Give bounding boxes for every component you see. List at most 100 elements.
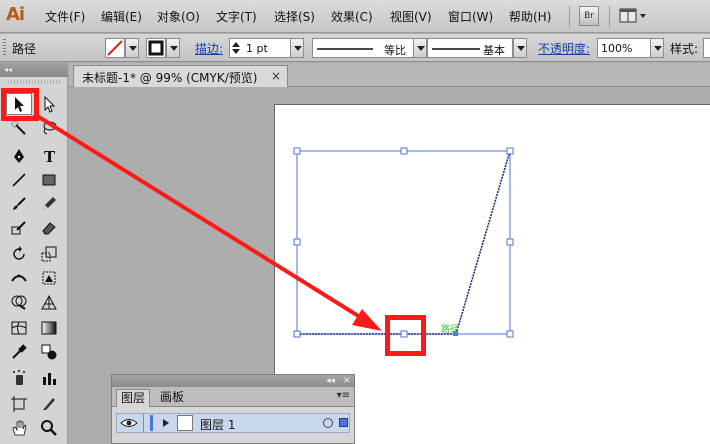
menu-edit[interactable]: 编辑(E) (101, 8, 142, 26)
tools-panel: ◂◂ T (0, 63, 68, 444)
pen-nib-icon (14, 149, 24, 163)
slice-tool[interactable] (36, 393, 62, 415)
layer-color-bar (150, 415, 153, 431)
panel-grip[interactable] (3, 39, 6, 57)
direct-selection-tool[interactable] (36, 93, 62, 115)
column-graph-icon (43, 373, 56, 385)
hand-tool[interactable] (6, 417, 32, 439)
layers-panel-tabs: 图层 画板 ▾≡ (112, 387, 354, 407)
paintbrush-tool[interactable] (6, 193, 32, 215)
fill-swatch[interactable] (105, 38, 125, 58)
eyedropper-tool[interactable] (6, 341, 32, 363)
gradient-icon (41, 321, 57, 335)
menu-view[interactable]: 视图(V) (390, 8, 432, 26)
tab-layers[interactable]: 图层 (116, 389, 151, 407)
panel-menu-icon[interactable]: ▾≡ (337, 390, 350, 401)
artboard-icon (11, 396, 27, 412)
symbol-sprayer-tool[interactable] (6, 367, 32, 389)
menu-select[interactable]: 选择(S) (274, 8, 315, 26)
free-transform-tool[interactable] (36, 267, 62, 289)
close-tab-icon[interactable]: × (271, 69, 281, 83)
brush-dropdown[interactable] (513, 38, 527, 58)
profile-dropdown[interactable] (413, 38, 427, 58)
layer-thumbnail (177, 415, 193, 431)
style-label: 样式: (670, 42, 699, 56)
pencil-tool[interactable] (36, 193, 62, 215)
direct-selection-icon (44, 95, 56, 113)
layers-panel-header[interactable]: ◂◂ ✕ (112, 375, 354, 387)
eraser-icon (42, 222, 56, 235)
menu-object[interactable]: 对象(O) (157, 8, 200, 26)
zoom-magnifier-icon (41, 420, 57, 436)
magic-wand-tool[interactable] (6, 117, 32, 139)
opacity-field[interactable]: 100% (597, 38, 651, 58)
variable-width-profile[interactable]: 等比 (312, 38, 414, 58)
tools-panel-header[interactable]: ◂◂ (0, 63, 68, 77)
type-t-icon: T (44, 148, 56, 165)
opacity-dropdown[interactable] (650, 38, 664, 58)
rotate-tool[interactable] (6, 243, 32, 265)
menu-file[interactable]: 文件(F) (45, 8, 85, 26)
scale-icon (41, 246, 57, 262)
visibility-eye-icon[interactable] (120, 416, 138, 430)
stroke-swatch[interactable] (146, 38, 166, 58)
selection-tool[interactable] (6, 93, 32, 115)
mesh-icon (11, 321, 27, 335)
stepper-icon (232, 42, 240, 54)
brush-line-icon (432, 48, 480, 50)
graphic-style-swatch[interactable] (703, 38, 710, 58)
symbol-sprayer-icon (13, 370, 25, 385)
tab-artboards[interactable]: 画板 (156, 389, 188, 407)
layers-panel: ◂◂ ✕ 图层 画板 ▾≡ 图层 1 (111, 374, 355, 444)
layer-name[interactable]: 图层 1 (200, 416, 235, 433)
collapse-panel-icon[interactable]: ◂◂ (326, 375, 335, 387)
menu-window[interactable]: 窗口(W) (448, 8, 493, 26)
column-graph-tool[interactable] (36, 367, 62, 389)
opacity-label[interactable]: 不透明度: (538, 40, 590, 57)
stroke-weight-field[interactable]: 1 pt (229, 38, 291, 58)
blend-tool[interactable] (36, 341, 62, 363)
gradient-tool[interactable] (36, 317, 62, 339)
fill-dropdown[interactable] (125, 38, 139, 58)
slice-knife-icon (43, 398, 55, 410)
magic-wand-icon (11, 120, 26, 135)
selection-arrow-icon (15, 97, 24, 112)
document-tab[interactable]: 未标题-1* @ 99% (CMYK/预览) × (73, 65, 288, 87)
rectangle-icon (42, 174, 56, 186)
pen-tool[interactable] (6, 145, 32, 167)
width-tool[interactable] (6, 267, 32, 289)
menu-effect[interactable]: 效果(C) (331, 8, 373, 26)
rectangle-tool[interactable] (36, 169, 62, 191)
layer-row[interactable]: 图层 1 (116, 413, 350, 433)
artboard-tool[interactable] (6, 393, 32, 415)
width-icon (11, 274, 27, 282)
document-tab-bar: 未标题-1* @ 99% (CMYK/预览) × (69, 63, 710, 87)
lasso-tool[interactable] (36, 117, 62, 139)
perspective-grid-tool[interactable] (36, 291, 62, 313)
menu-help[interactable]: 帮助(H) (509, 8, 551, 26)
menu-type[interactable]: 文字(T) (216, 8, 257, 26)
eraser-tool[interactable] (36, 217, 62, 239)
stroke-dropdown[interactable] (166, 38, 180, 58)
line-segment-tool[interactable] (6, 169, 32, 191)
mesh-tool[interactable] (6, 317, 32, 339)
shape-builder-tool[interactable] (6, 291, 32, 313)
pencil-icon (43, 197, 56, 210)
expand-arrow-icon[interactable] (163, 419, 169, 427)
arrange-documents-button[interactable] (618, 6, 648, 26)
scale-tool[interactable] (36, 243, 62, 265)
rotate-icon (13, 246, 25, 260)
target-circle-icon[interactable] (323, 418, 333, 428)
document-tab-title: 未标题-1* @ 99% (CMYK/预览) (82, 71, 258, 85)
bridge-button[interactable]: Br (579, 6, 599, 26)
blob-brush-tool[interactable] (6, 217, 32, 239)
close-panel-icon[interactable]: ✕ (343, 375, 351, 387)
zoom-tool[interactable] (36, 417, 62, 439)
type-tool[interactable]: T (36, 145, 62, 167)
brush-definition[interactable]: 基本 (427, 38, 513, 58)
stroke-label[interactable]: 描边: (195, 40, 223, 57)
blob-brush-icon (11, 221, 26, 235)
selection-indicator-icon[interactable] (339, 418, 348, 427)
stroke-weight-dropdown[interactable] (290, 38, 304, 58)
stroke-swatch-icon (148, 40, 164, 56)
